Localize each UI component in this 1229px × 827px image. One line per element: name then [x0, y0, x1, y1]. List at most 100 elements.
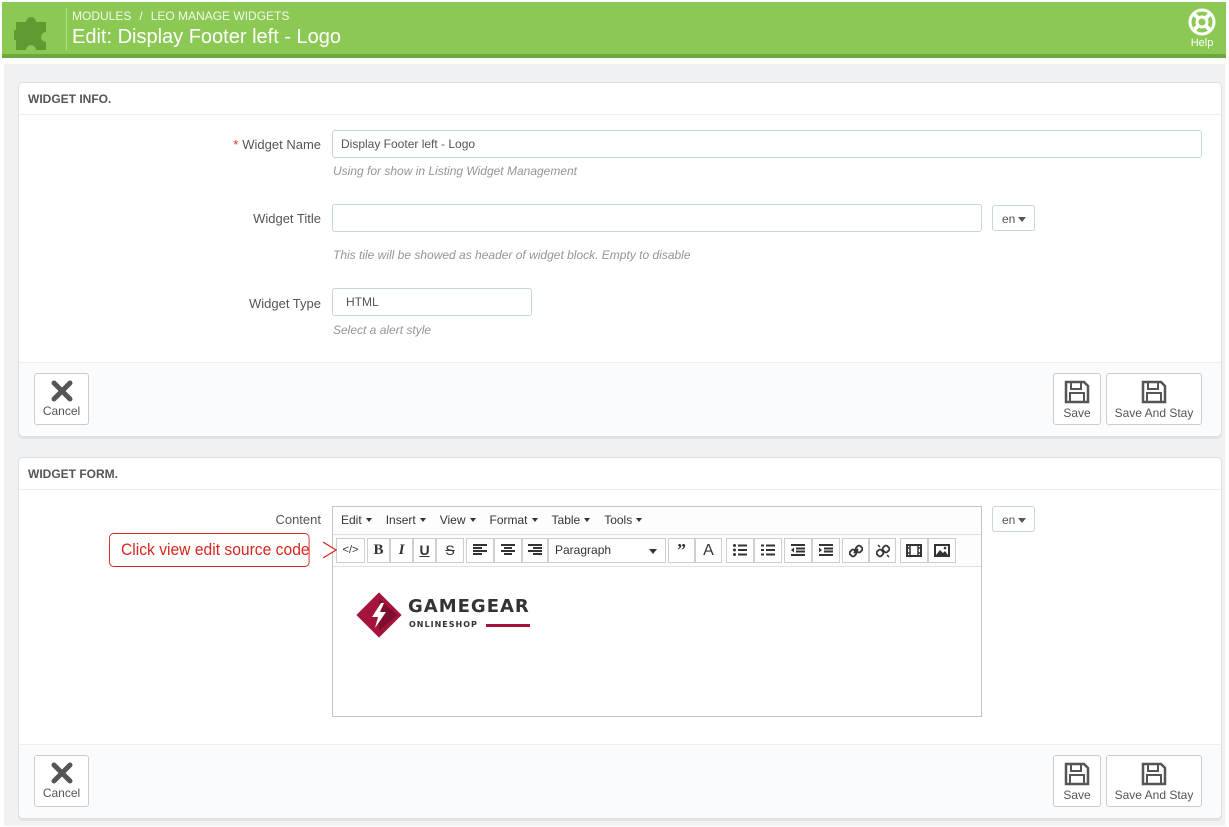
- widget-title-language-dropdown[interactable]: en: [992, 205, 1035, 231]
- caret-down-icon: [636, 518, 643, 522]
- rich-text-editor: Edit Insert View Format Table Tools </> B I U…: [332, 506, 982, 717]
- lifebuoy-icon: [1188, 8, 1216, 36]
- header-divider: [66, 8, 67, 50]
- breadcrumb: MODULES / LEO MANAGE WIDGETS: [72, 9, 289, 23]
- logo-brand: GAMEGEAR: [408, 596, 530, 617]
- menu-tools[interactable]: Tools: [604, 513, 643, 527]
- editor-content-area[interactable]: GAMEGEAR ONLINESHOP: [333, 567, 981, 716]
- help-label: Help: [1190, 37, 1214, 49]
- lightning-bolt-icon: [356, 592, 402, 638]
- link-icon[interactable]: [842, 538, 869, 563]
- widget-name-help: Using for show in Listing Widget Managem…: [333, 164, 578, 178]
- widget-form-heading: WIDGET FORM.: [19, 458, 1221, 490]
- widget-form-panel: WIDGET FORM. Content Edit Insert View Forma…: [18, 457, 1222, 819]
- widget-title-language-label: en: [1002, 212, 1016, 226]
- bold-icon[interactable]: B: [367, 538, 390, 563]
- floppy-disk-icon: [1064, 380, 1090, 404]
- save-label: Save: [1063, 406, 1091, 420]
- menu-table-label: Table: [551, 513, 581, 527]
- indent-icon[interactable]: [812, 538, 840, 563]
- caret-down-icon: [1018, 518, 1027, 523]
- breadcrumb-leo-manage-widgets[interactable]: LEO MANAGE WIDGETS: [151, 9, 290, 23]
- save-button[interactable]: Save: [1053, 755, 1101, 807]
- image-icon[interactable]: [928, 538, 956, 563]
- floppy-disk-icon: [1064, 762, 1090, 786]
- page-title: Edit: Display Footer left - Logo: [72, 26, 342, 48]
- save-button[interactable]: Save: [1053, 373, 1101, 425]
- menu-view[interactable]: View: [440, 513, 476, 527]
- widget-name-input[interactable]: Display Footer left - Logo: [332, 130, 1202, 158]
- block-format-dropdown[interactable]: Paragraph: [548, 538, 666, 563]
- save-and-stay-button[interactable]: Save And Stay: [1106, 755, 1202, 807]
- widget-type-label: Widget Type: [248, 296, 321, 311]
- widget-info-heading: WIDGET INFO.: [19, 83, 1221, 115]
- editor-toolbar: </> B I U S Paragraph ” A: [333, 535, 981, 567]
- page-body: WIDGET INFO. * Widget Name Display Footer…: [4, 64, 1225, 826]
- required-mark: *: [233, 137, 239, 152]
- align-right-icon[interactable]: [522, 538, 548, 563]
- page-header: MODULES / LEO MANAGE WIDGETS Edit: Display…: [2, 2, 1226, 58]
- close-icon: [51, 380, 72, 402]
- content-label: Content: [275, 512, 321, 527]
- cancel-button[interactable]: Cancel: [34, 755, 89, 807]
- widget-type-help: Select a alert style: [333, 323, 432, 337]
- block-format-label: Paragraph: [555, 543, 612, 557]
- underline-icon[interactable]: U: [413, 538, 436, 563]
- widget-form-footer: Cancel Save Save And Stay: [19, 744, 1221, 818]
- gamegear-logo: GAMEGEAR ONLINESHOP: [353, 589, 533, 641]
- align-center-icon[interactable]: [494, 538, 522, 563]
- close-icon: [51, 762, 72, 784]
- menu-view-label: View: [439, 513, 466, 527]
- save-and-stay-button[interactable]: Save And Stay: [1106, 373, 1202, 425]
- puzzle-icon: [14, 17, 46, 50]
- numbered-list-icon[interactable]: [754, 538, 782, 563]
- widget-type-select[interactable]: HTML: [332, 288, 532, 316]
- menu-edit-label: Edit: [341, 513, 362, 527]
- caret-down-icon: [419, 518, 426, 522]
- menu-format[interactable]: Format: [490, 513, 538, 527]
- italic-icon[interactable]: I: [390, 538, 413, 563]
- save-label: Save: [1063, 788, 1091, 802]
- widget-name-label-text: Widget Name: [242, 137, 321, 152]
- cancel-label: Cancel: [42, 786, 81, 800]
- unlink-icon[interactable]: [869, 538, 896, 563]
- widget-name-label: * Widget Name: [233, 137, 321, 152]
- logo-underline: [486, 624, 530, 627]
- caret-down-icon: [365, 518, 372, 522]
- callout-arrow-icon: [323, 541, 337, 559]
- caret-down-icon: [531, 518, 538, 522]
- cancel-button[interactable]: Cancel: [34, 373, 89, 425]
- menu-table[interactable]: Table: [552, 513, 591, 527]
- content-language-label: en: [1002, 513, 1016, 527]
- caret-down-icon: [1018, 217, 1027, 222]
- annotation-callout: Click view edit source code: [109, 533, 310, 567]
- menu-insert[interactable]: Insert: [386, 513, 426, 527]
- widget-info-panel: WIDGET INFO. * Widget Name Display Footer…: [18, 82, 1222, 437]
- source-code-icon[interactable]: </>: [336, 538, 365, 563]
- text-color-icon[interactable]: A: [695, 538, 722, 563]
- caret-down-icon: [584, 518, 591, 522]
- floppy-disk-icon: [1141, 380, 1167, 404]
- menu-format-label: Format: [489, 513, 528, 527]
- blockquote-icon[interactable]: ”: [668, 538, 695, 563]
- help-button[interactable]: Help: [1184, 8, 1220, 49]
- cancel-label: Cancel: [42, 404, 81, 418]
- align-left-icon[interactable]: [466, 538, 494, 563]
- floppy-disk-icon: [1141, 762, 1167, 786]
- editor-menubar: Edit Insert View Format Table Tools: [333, 507, 981, 535]
- breadcrumb-modules[interactable]: MODULES: [72, 9, 131, 23]
- outdent-icon[interactable]: [784, 538, 812, 563]
- widget-title-input[interactable]: [332, 204, 982, 232]
- media-icon[interactable]: [900, 538, 928, 563]
- bullet-list-icon[interactable]: [726, 538, 754, 563]
- caret-down-icon: [649, 549, 657, 554]
- menu-tools-label: Tools: [604, 513, 633, 527]
- breadcrumb-separator: /: [139, 9, 143, 23]
- content-language-dropdown[interactable]: en: [992, 506, 1035, 532]
- widget-title-help: This tile will be showed as header of wi…: [333, 248, 691, 262]
- caret-down-icon: [469, 518, 476, 522]
- menu-edit[interactable]: Edit: [341, 513, 372, 527]
- logo-tagline: ONLINESHOP: [409, 620, 478, 629]
- save-and-stay-label: Save And Stay: [1114, 406, 1194, 420]
- strikethrough-icon[interactable]: S: [436, 538, 464, 563]
